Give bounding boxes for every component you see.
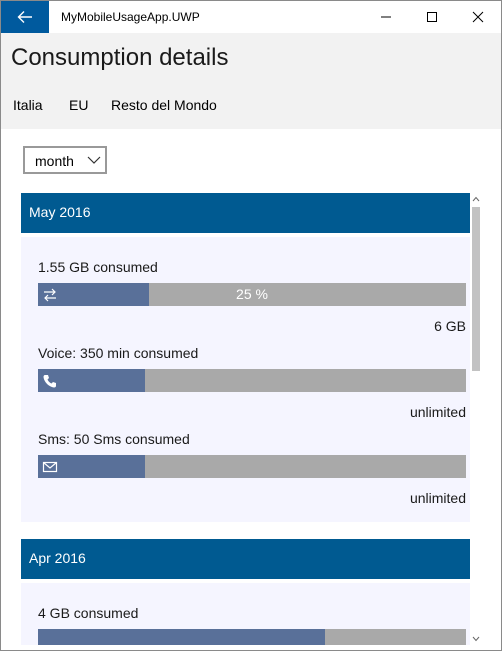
phone-icon [43, 375, 56, 388]
scroll-down-button[interactable] [468, 633, 483, 645]
tab-resto-del-mondo[interactable]: Resto del Mondo [111, 95, 217, 115]
app-window: MyMobileUsageApp.UWP Consumption details… [0, 0, 502, 651]
sms-usage-limit: unlimited [409, 490, 466, 506]
data-usage-percent: 25 % [236, 286, 268, 302]
window-title: MyMobileUsageApp.UWP [61, 10, 200, 24]
consumption-list: May 2016 1.55 GB consumed 25 % 6 GB Voic… [21, 193, 483, 645]
period-dropdown-value: month [35, 153, 74, 169]
back-arrow-icon [17, 11, 32, 23]
group-body-may-2016: 1.55 GB consumed 25 % 6 GB Voice: 350 mi… [21, 237, 470, 522]
page-title: Consumption details [11, 44, 229, 71]
maximize-icon [427, 12, 437, 22]
group-title: Apr 2016 [29, 550, 86, 566]
tab-italia[interactable]: Italia [13, 95, 43, 115]
maximize-button[interactable] [409, 1, 455, 33]
group-header-apr-2016: Apr 2016 [21, 539, 470, 579]
page-header: Consumption details Italia EU Resto del … [1, 33, 501, 129]
chevron-down-icon [87, 156, 101, 164]
data-usage-bar: 25 % [38, 283, 466, 306]
data-usage-bar-fill [38, 629, 325, 645]
title-bar: MyMobileUsageApp.UWP [1, 1, 501, 33]
data-usage-label: 4 GB consumed [38, 605, 139, 621]
mail-icon [42, 461, 58, 473]
tab-eu[interactable]: EU [69, 95, 88, 115]
group-title: May 2016 [29, 204, 91, 220]
sms-usage-bar [38, 455, 466, 478]
close-button[interactable] [455, 1, 501, 33]
voice-usage-bar [38, 369, 466, 392]
minimize-button[interactable] [363, 1, 409, 33]
back-button[interactable] [1, 1, 49, 33]
sms-usage-label: Sms: 50 Sms consumed [38, 431, 190, 447]
data-usage-bar [38, 629, 466, 645]
voice-usage-limit: unlimited [409, 404, 466, 420]
vertical-scrollbar[interactable] [468, 193, 483, 645]
scroll-up-button[interactable] [468, 193, 483, 205]
data-usage-limit: 6 GB [434, 318, 466, 334]
voice-usage-label: Voice: 350 min consumed [38, 345, 199, 361]
close-icon [472, 11, 484, 23]
scroll-thumb[interactable] [472, 207, 480, 371]
chevron-up-icon [472, 196, 479, 202]
chevron-down-icon [472, 636, 479, 642]
period-dropdown[interactable]: month [23, 146, 107, 174]
group-body-apr-2016: 4 GB consumed [21, 583, 470, 645]
group-header-may-2016: May 2016 [21, 193, 470, 233]
data-usage-label: 1.55 GB consumed [38, 259, 158, 275]
minimize-icon [381, 16, 391, 18]
